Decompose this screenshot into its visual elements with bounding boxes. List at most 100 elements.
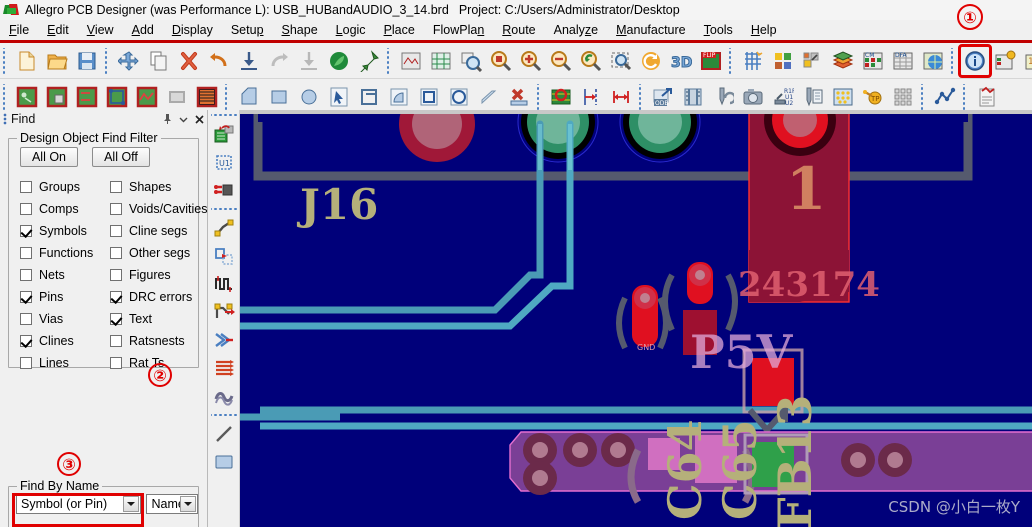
show-element-icon[interactable]: [958, 43, 992, 78]
menu-view[interactable]: View: [78, 21, 123, 39]
filter-row-vias[interactable]: Vias: [20, 309, 110, 329]
leaf-icon[interactable]: [324, 46, 354, 76]
dimension-single-icon[interactable]: [576, 82, 606, 112]
artwork-icon[interactable]: [678, 82, 708, 112]
menu-setup[interactable]: Setup: [222, 21, 273, 39]
checkbox-shapes[interactable]: [110, 181, 122, 193]
close-icon[interactable]: [191, 111, 207, 127]
delete-shape-icon[interactable]: [504, 82, 534, 112]
dfa-icon[interactable]: DFA: [888, 46, 918, 76]
silkscreen-icon[interactable]: R1R2U1U2: [768, 82, 798, 112]
pcb-canvas[interactable]: GND J16 1 243174 P5V C64 C65 FB13 CSDN @…: [240, 110, 1032, 527]
filter-row-drc-errors[interactable]: DRC errors: [110, 287, 206, 307]
grid-toggle-icon[interactable]: [738, 46, 768, 76]
menu-manufacture[interactable]: Manufacture: [607, 21, 695, 39]
spread-between-voids-icon[interactable]: [210, 382, 238, 410]
checkbox-clines[interactable]: [20, 335, 32, 347]
menu-route[interactable]: Route: [493, 21, 544, 39]
property-icon[interactable]: [990, 46, 1020, 76]
toolbar-grip[interactable]: [1, 83, 9, 110]
line-draw-icon[interactable]: [210, 420, 238, 448]
filter-row-groups[interactable]: Groups: [20, 177, 110, 197]
zoom-by-points-icon[interactable]: [456, 46, 486, 76]
filter-row-lines[interactable]: Lines: [20, 353, 110, 373]
open-file-icon[interactable]: [42, 46, 72, 76]
filter-row-clines[interactable]: Clines: [20, 331, 110, 351]
signal-analysis-icon[interactable]: [930, 82, 960, 112]
toolbar-grip[interactable]: [103, 47, 111, 74]
menu-shape[interactable]: Shape: [273, 21, 327, 39]
photo-icon[interactable]: [738, 82, 768, 112]
select-arrow-icon[interactable]: [324, 82, 354, 112]
web-icon[interactable]: [918, 46, 948, 76]
room-icon[interactable]: [162, 82, 192, 112]
component-move-icon[interactable]: [210, 120, 238, 148]
menu-add[interactable]: Add: [123, 21, 163, 39]
filter-row-pins[interactable]: Pins: [20, 287, 110, 307]
custom-smooth-icon[interactable]: [210, 298, 238, 326]
zoom-previous-icon[interactable]: [576, 46, 606, 76]
circle-outline-icon[interactable]: [444, 82, 474, 112]
copper-area-icon[interactable]: [192, 82, 222, 112]
move-icon[interactable]: [114, 46, 144, 76]
panel-icon[interactable]: [888, 82, 918, 112]
vtoolbar-grip[interactable]: [210, 206, 237, 213]
undo-icon[interactable]: [204, 46, 234, 76]
add-connect-icon[interactable]: [210, 214, 238, 242]
chevron-down-icon[interactable]: [175, 111, 191, 127]
checkbox-vias[interactable]: [20, 313, 32, 325]
checkbox-comps[interactable]: [20, 203, 32, 215]
swap-icon[interactable]: [72, 82, 102, 112]
redo-icon[interactable]: [264, 46, 294, 76]
pin-swap-icon[interactable]: [210, 176, 238, 204]
checkbox-groups[interactable]: [20, 181, 32, 193]
toolbar-grip[interactable]: [637, 83, 645, 110]
copy-icon[interactable]: [144, 46, 174, 76]
checkbox-rat-ts[interactable]: [110, 357, 122, 369]
toolbar-grip[interactable]: [1, 47, 9, 74]
toolbar-grip[interactable]: [385, 47, 393, 74]
menu-analyze[interactable]: Analyze: [545, 21, 607, 39]
toolbar-grip[interactable]: [961, 83, 969, 110]
three-d-icon[interactable]: 3D: [666, 46, 696, 76]
toolbar-grip[interactable]: [535, 83, 543, 110]
filter-row-shapes[interactable]: Shapes: [110, 177, 206, 197]
subclass-icon[interactable]: [798, 46, 828, 76]
place-quick-icon[interactable]: [42, 82, 72, 112]
interactive-place-icon[interactable]: [132, 82, 162, 112]
delay-tune-icon[interactable]: [210, 270, 238, 298]
ncdrill-icon[interactable]: [798, 82, 828, 112]
filter-row-symbols[interactable]: Symbols: [20, 221, 110, 241]
checkbox-ratsnests[interactable]: [110, 335, 122, 347]
drc-icon[interactable]: [546, 82, 576, 112]
menu-display[interactable]: Display: [163, 21, 222, 39]
save-icon[interactable]: [72, 46, 102, 76]
rect-outline-icon[interactable]: [414, 82, 444, 112]
delete-icon[interactable]: [174, 46, 204, 76]
filter-row-figures[interactable]: Figures: [110, 265, 206, 285]
checkbox-other-segs[interactable]: [110, 247, 122, 259]
vtoolbar-grip[interactable]: [210, 412, 237, 419]
zoom-out-icon[interactable]: [546, 46, 576, 76]
checkbox-text[interactable]: [110, 313, 122, 325]
checkbox-pins[interactable]: [20, 291, 32, 303]
menu-logic[interactable]: Logic: [327, 21, 375, 39]
filter-row-voids-cavities[interactable]: Voids/Cavities: [110, 199, 208, 219]
bus-route-icon[interactable]: [210, 354, 238, 382]
checkbox-voids-cavities[interactable]: [110, 203, 122, 215]
shape-polygon-icon[interactable]: [234, 82, 264, 112]
checkbox-drc-errors[interactable]: [110, 291, 122, 303]
shape-circle-icon[interactable]: [294, 82, 324, 112]
refresh-icon[interactable]: [636, 46, 666, 76]
chevron-down-icon[interactable]: [180, 496, 196, 512]
export-icon[interactable]: [294, 46, 324, 76]
all-on-button[interactable]: All On: [20, 147, 78, 167]
autoplace-icon[interactable]: [102, 82, 132, 112]
color-dialog-icon[interactable]: [768, 46, 798, 76]
menu-flowplan[interactable]: FlowPlan: [424, 21, 493, 39]
zoom-selection-icon[interactable]: [606, 46, 636, 76]
filter-row-ratsnests[interactable]: Ratsnests: [110, 331, 206, 351]
toolbar-grip[interactable]: [727, 47, 735, 74]
odb-export-icon[interactable]: ODB: [648, 82, 678, 112]
find-by-name-type-combo[interactable]: Symbol (or Pin): [16, 494, 142, 514]
